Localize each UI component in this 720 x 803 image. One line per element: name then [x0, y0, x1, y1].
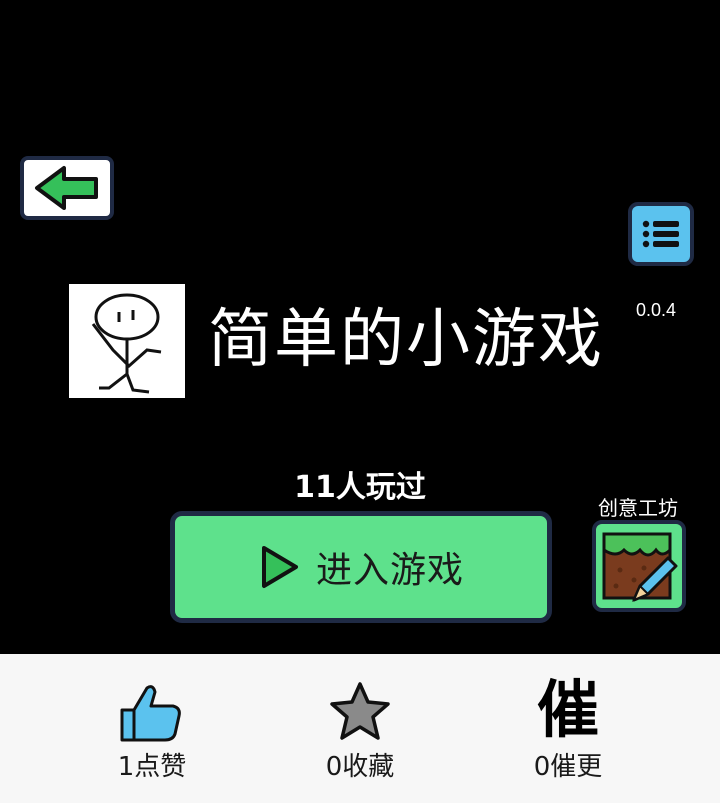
back-arrow-icon [35, 166, 98, 210]
workshop-label: 创意工坊 [598, 496, 678, 520]
bottom-action-bar: 1点赞 0收藏 催 0催更 [0, 654, 720, 803]
play-icon [261, 546, 298, 588]
menu-button[interactable] [628, 202, 694, 266]
enter-game-button[interactable]: 进入游戏 [170, 511, 552, 623]
urge-update-action[interactable]: 催 0催更 [498, 676, 638, 786]
back-button[interactable] [20, 156, 114, 220]
workshop-button[interactable] [592, 520, 686, 612]
urge-update-icon: 催 [536, 673, 599, 746]
like-count-label: 1点赞 [117, 752, 187, 782]
game-detail-screen: 简单的小游戏 0.0.4 11人玩过 进入游戏 创意工坊 [0, 0, 720, 654]
played-count: 11人玩过 [294, 470, 426, 505]
version-label: 0.0.4 [636, 300, 677, 320]
favorite-action[interactable]: 0收藏 [290, 676, 430, 786]
urge-count-label: 0催更 [533, 752, 603, 782]
favorite-count-label: 0收藏 [325, 752, 395, 782]
star-icon [330, 682, 390, 740]
game-title: 简单的小游戏 [208, 303, 604, 377]
like-action[interactable]: 1点赞 [82, 676, 222, 786]
thumbs-up-icon [120, 685, 181, 742]
game-cover-image [69, 284, 185, 398]
enter-game-label: 进入游戏 [315, 550, 464, 591]
menu-list-icon [642, 220, 679, 248]
workshop-edit-icon [602, 532, 678, 602]
stick-figure-icon [91, 293, 162, 394]
